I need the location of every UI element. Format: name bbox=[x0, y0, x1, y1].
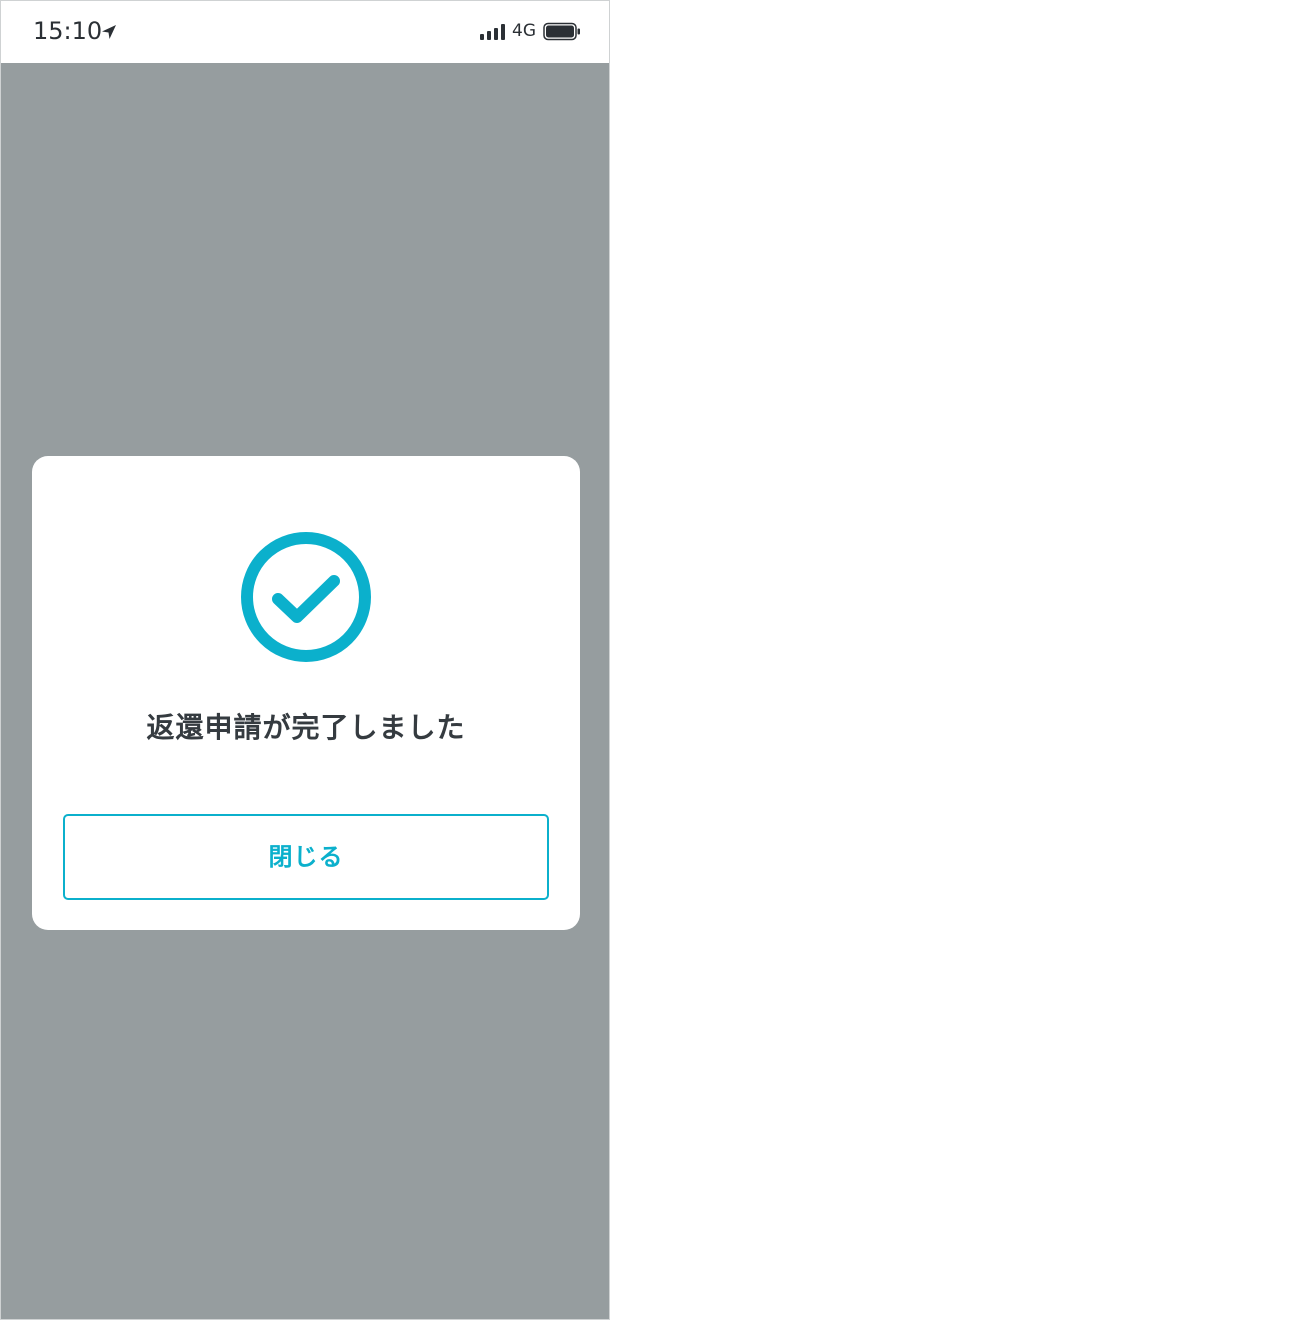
close-button[interactable]: 閉じる bbox=[63, 814, 549, 900]
signal-bars-icon bbox=[480, 24, 505, 40]
completion-message: 返還申請が完了しました bbox=[146, 711, 466, 744]
completion-dialog: 返還申請が完了しました 閉じる bbox=[32, 456, 580, 930]
status-bar: 15:10 4G bbox=[1, 1, 609, 63]
battery-icon bbox=[543, 22, 580, 41]
network-label: 4G bbox=[512, 21, 536, 41]
location-arrow-icon bbox=[102, 25, 116, 39]
phone-screen: 15:10 4G 返還申請が完了しました 閉じる bbox=[0, 0, 610, 1320]
status-time: 15:10 bbox=[33, 17, 103, 45]
check-circle-icon bbox=[241, 532, 371, 662]
